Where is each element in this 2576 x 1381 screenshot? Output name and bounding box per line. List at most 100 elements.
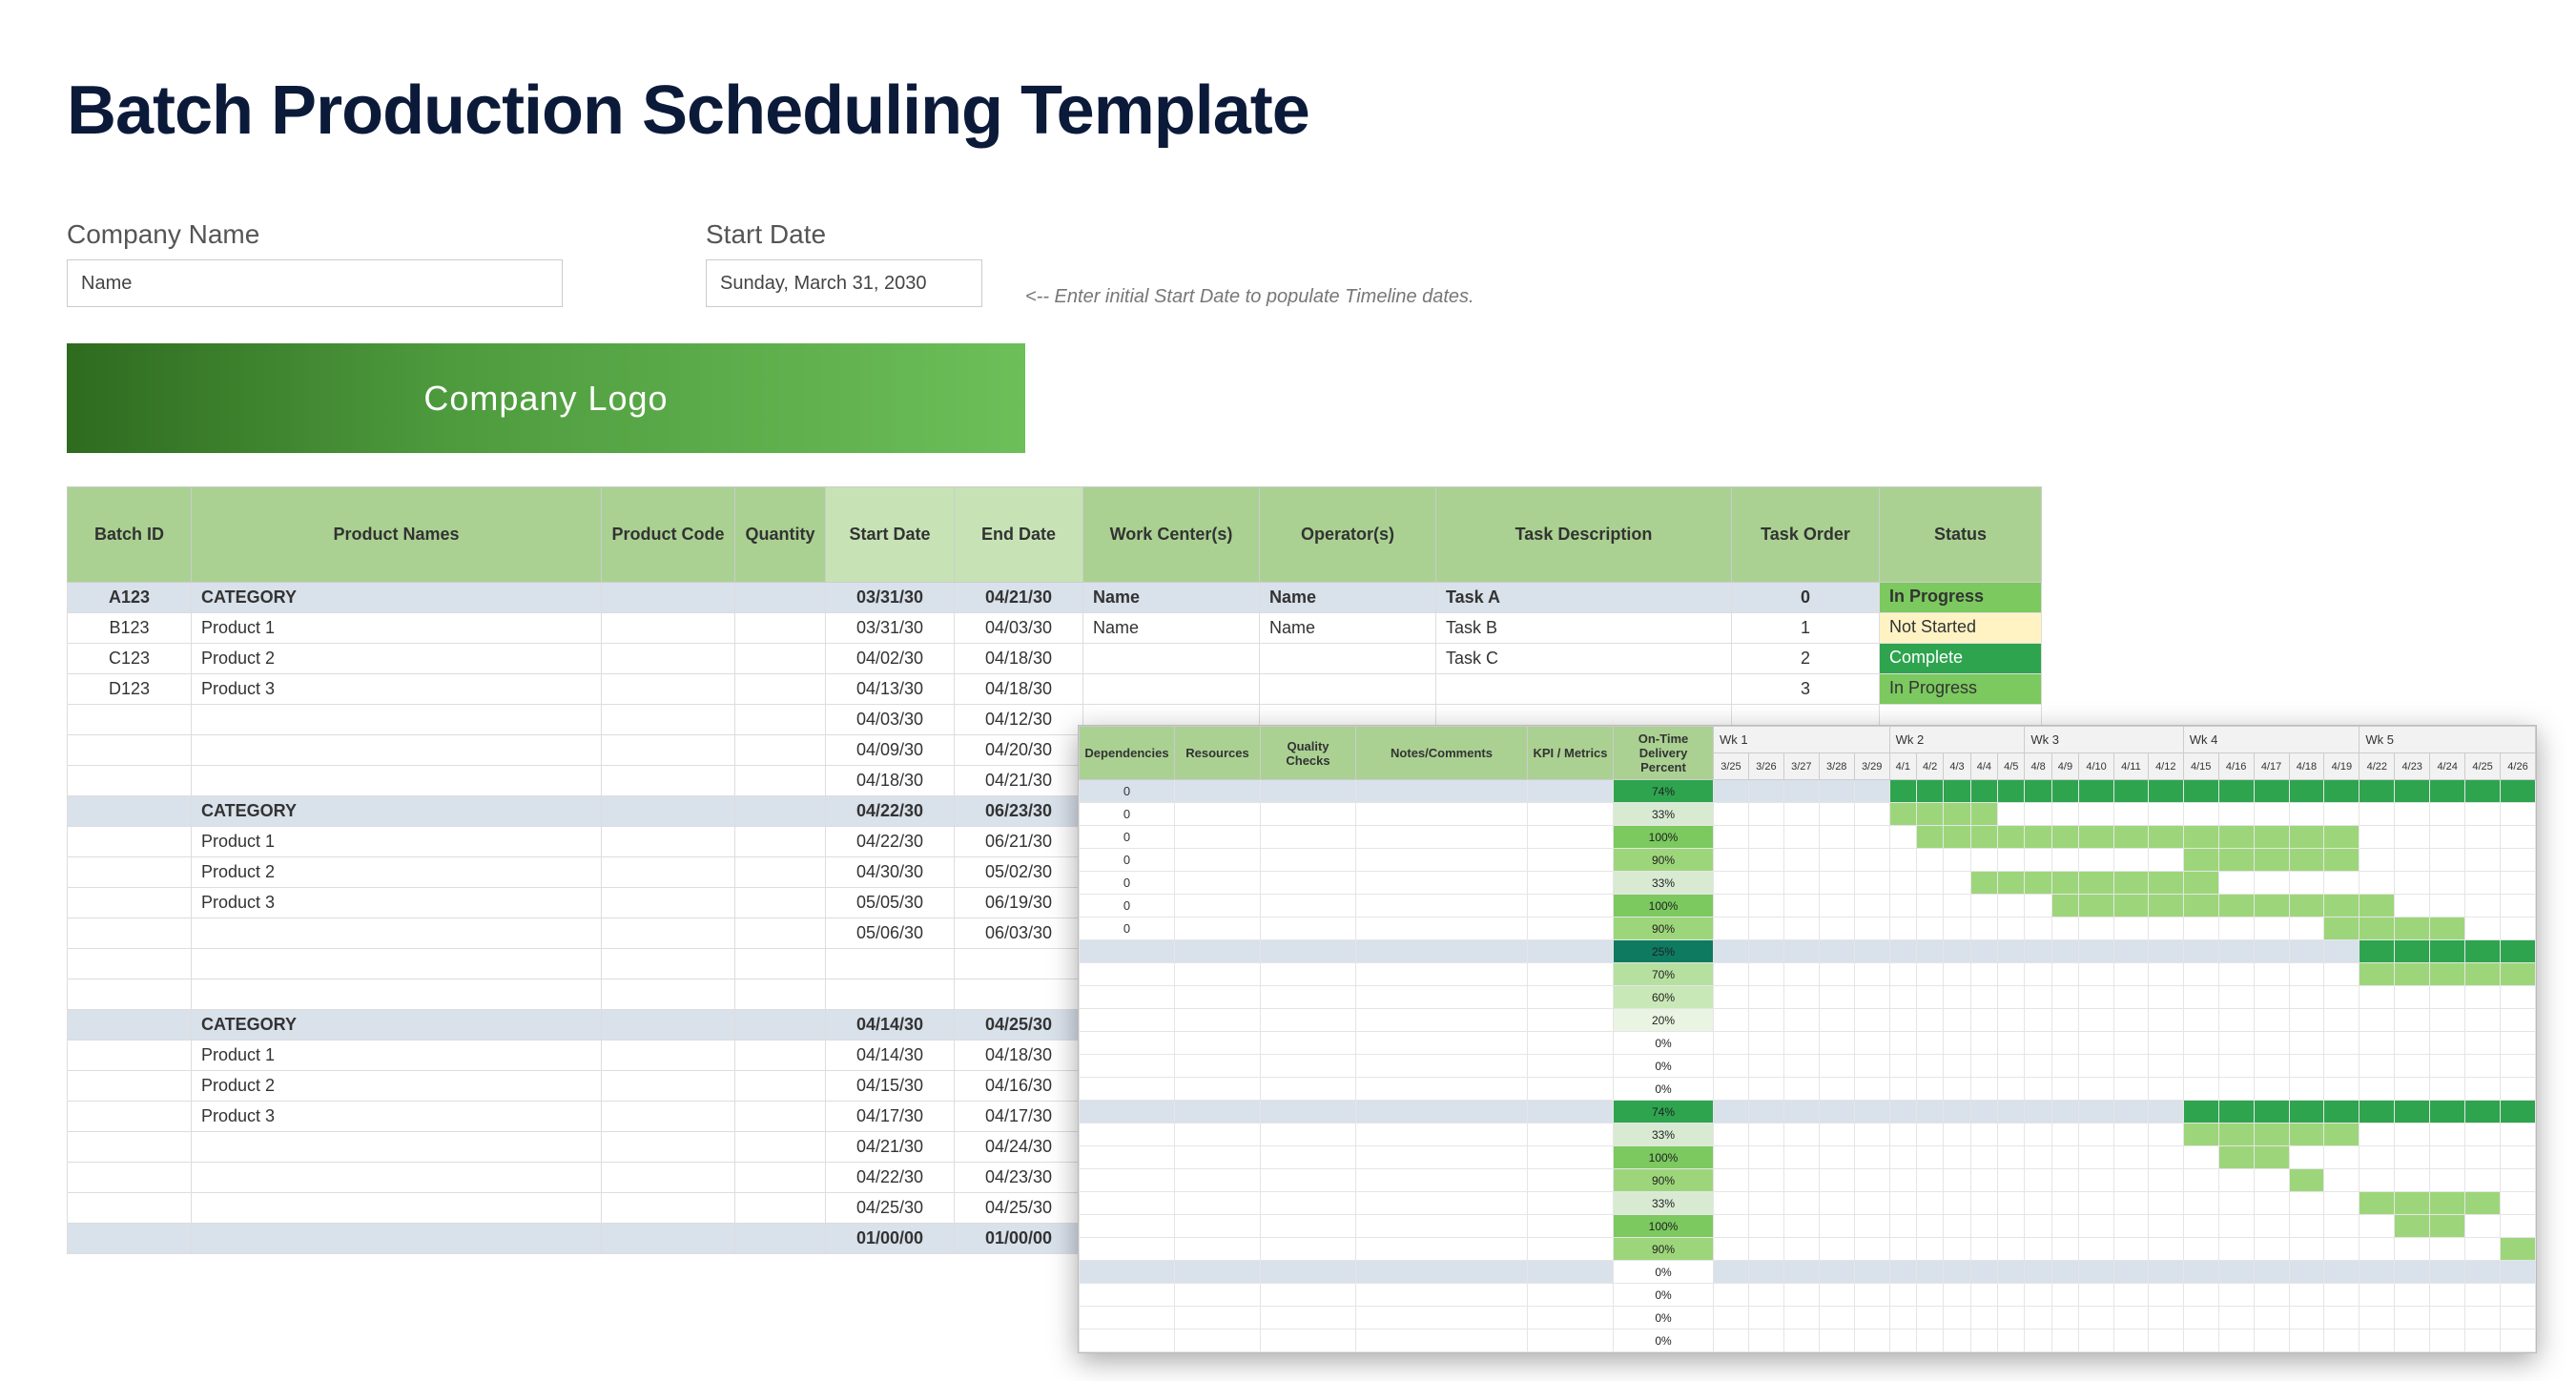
cell[interactable] [68, 1041, 192, 1071]
cell[interactable] [1356, 1169, 1528, 1192]
cell[interactable] [735, 583, 826, 613]
cell[interactable] [955, 979, 1083, 1010]
cell[interactable] [68, 918, 192, 949]
cell[interactable] [735, 1163, 826, 1193]
cell[interactable] [1356, 872, 1528, 895]
cell[interactable] [1356, 780, 1528, 803]
timeline-row[interactable]: 33% [1080, 1192, 2536, 1215]
cell[interactable]: 04/18/30 [955, 644, 1083, 674]
cell[interactable] [1080, 1032, 1175, 1055]
cell[interactable] [1175, 1009, 1261, 1032]
cell[interactable] [1261, 917, 1356, 940]
cell[interactable]: 06/03/30 [955, 918, 1083, 949]
table-row[interactable]: C123Product 204/02/3004/18/30Task C2Comp… [68, 644, 2042, 674]
cell[interactable] [735, 644, 826, 674]
cell[interactable]: D123 [68, 674, 192, 705]
cell[interactable] [602, 1041, 735, 1071]
timeline-row[interactable]: 70% [1080, 963, 2536, 986]
cell[interactable]: 0% [1614, 1307, 1714, 1329]
cell[interactable]: Name [1083, 583, 1260, 613]
cell[interactable] [1261, 803, 1356, 826]
cell[interactable] [735, 1224, 826, 1254]
cell[interactable]: 0 [1080, 849, 1175, 872]
cell[interactable] [1175, 1169, 1261, 1192]
cell[interactable] [602, 888, 735, 918]
cell[interactable] [192, 735, 602, 766]
cell[interactable] [735, 827, 826, 857]
cell[interactable]: 20% [1614, 1009, 1714, 1032]
cell[interactable] [1175, 872, 1261, 895]
cell[interactable] [1261, 1307, 1356, 1329]
cell[interactable] [735, 857, 826, 888]
cell[interactable] [735, 918, 826, 949]
cell[interactable]: 100% [1614, 1215, 1714, 1238]
cell[interactable] [68, 1102, 192, 1132]
cell[interactable] [1080, 1169, 1175, 1192]
cell[interactable] [1356, 917, 1528, 940]
cell[interactable]: 70% [1614, 963, 1714, 986]
col-quality-checks[interactable]: Quality Checks [1261, 727, 1356, 780]
cell[interactable] [735, 888, 826, 918]
cell[interactable] [1080, 1261, 1175, 1284]
timeline-row[interactable]: 0% [1080, 1078, 2536, 1101]
cell[interactable]: 04/24/30 [955, 1132, 1083, 1163]
cell[interactable] [602, 613, 735, 644]
cell[interactable]: 04/17/30 [826, 1102, 955, 1132]
cell[interactable] [68, 949, 192, 979]
cell[interactable] [1175, 803, 1261, 826]
cell[interactable] [1261, 986, 1356, 1009]
cell[interactable]: 01/00/00 [955, 1224, 1083, 1254]
cell[interactable]: Product 2 [192, 644, 602, 674]
cell[interactable]: 04/18/30 [826, 766, 955, 796]
cell[interactable] [1080, 1238, 1175, 1261]
cell[interactable]: 05/02/30 [955, 857, 1083, 888]
cell[interactable] [602, 827, 735, 857]
cell[interactable] [1528, 1307, 1614, 1329]
cell[interactable] [602, 766, 735, 796]
cell[interactable] [192, 705, 602, 735]
cell[interactable] [1528, 826, 1614, 849]
cell[interactable]: 90% [1614, 917, 1714, 940]
cell[interactable] [1175, 849, 1261, 872]
cell[interactable] [1261, 940, 1356, 963]
cell[interactable] [1261, 963, 1356, 986]
cell[interactable] [1080, 1123, 1175, 1146]
cell[interactable] [602, 735, 735, 766]
cell[interactable] [602, 1102, 735, 1132]
cell[interactable] [602, 1193, 735, 1224]
cell[interactable] [1528, 1055, 1614, 1078]
cell[interactable]: 04/23/30 [955, 1163, 1083, 1193]
cell[interactable] [602, 1071, 735, 1102]
cell[interactable] [68, 1071, 192, 1102]
cell[interactable] [192, 766, 602, 796]
company-name-input[interactable] [67, 259, 563, 307]
cell[interactable]: 04/14/30 [826, 1010, 955, 1041]
cell[interactable] [1261, 895, 1356, 917]
cell[interactable] [1175, 1032, 1261, 1055]
cell[interactable] [1356, 1032, 1528, 1055]
cell[interactable]: 03/31/30 [826, 613, 955, 644]
cell[interactable] [1528, 1329, 1614, 1352]
timeline-row[interactable]: 0% [1080, 1284, 2536, 1307]
cell[interactable] [1080, 940, 1175, 963]
cell[interactable] [735, 1193, 826, 1224]
col-on-time[interactable]: On-Time Delivery Percent [1614, 727, 1714, 780]
cell[interactable] [1175, 940, 1261, 963]
cell[interactable]: B123 [68, 613, 192, 644]
cell[interactable]: Product 1 [192, 827, 602, 857]
cell[interactable] [602, 674, 735, 705]
cell[interactable]: 04/14/30 [826, 1041, 955, 1071]
cell[interactable] [602, 705, 735, 735]
cell[interactable] [1175, 1329, 1261, 1352]
cell[interactable] [1260, 644, 1436, 674]
cell[interactable]: Task A [1436, 583, 1732, 613]
cell[interactable]: 04/22/30 [826, 827, 955, 857]
cell[interactable] [1261, 872, 1356, 895]
cell[interactable]: 90% [1614, 849, 1714, 872]
cell[interactable] [1356, 1101, 1528, 1123]
cell[interactable]: 100% [1614, 1146, 1714, 1169]
cell[interactable] [1261, 1261, 1356, 1284]
col-resources[interactable]: Resources [1175, 727, 1261, 780]
cell[interactable] [1356, 1238, 1528, 1261]
cell[interactable] [1175, 1101, 1261, 1123]
